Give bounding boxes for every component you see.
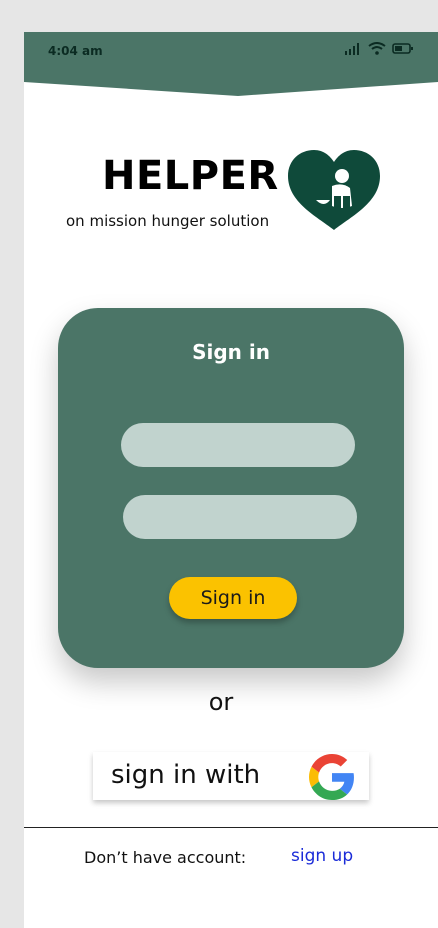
phone-screen: 4:04 am HELPER on mission hunger solutio…: [24, 32, 438, 928]
google-signin-button[interactable]: sign in with: [93, 752, 369, 800]
signin-card: Sign in Sign in: [58, 308, 404, 668]
username-input[interactable]: [121, 423, 355, 467]
wifi-icon: [368, 42, 386, 55]
signal-icon: [345, 42, 359, 55]
password-input[interactable]: [123, 495, 357, 539]
or-separator: or: [208, 688, 234, 716]
footer-divider: [24, 827, 438, 828]
app-title: HELPER: [102, 153, 279, 199]
google-icon: [309, 754, 354, 800]
signin-button[interactable]: Sign in: [169, 577, 297, 619]
brand-header: HELPER on mission hunger solution: [66, 150, 396, 236]
status-time: 4:04 am: [48, 44, 103, 58]
signin-title: Sign in: [192, 340, 270, 364]
google-signin-label: sign in with: [111, 760, 261, 790]
battery-icon: [392, 43, 413, 54]
app-tagline: on mission hunger solution: [66, 212, 270, 230]
status-bar: 4:04 am: [24, 32, 438, 98]
signup-prompt: Don’t have account:: [84, 848, 247, 867]
heart-helper-logo-icon: [288, 150, 380, 230]
signup-link[interactable]: sign up: [291, 846, 353, 866]
